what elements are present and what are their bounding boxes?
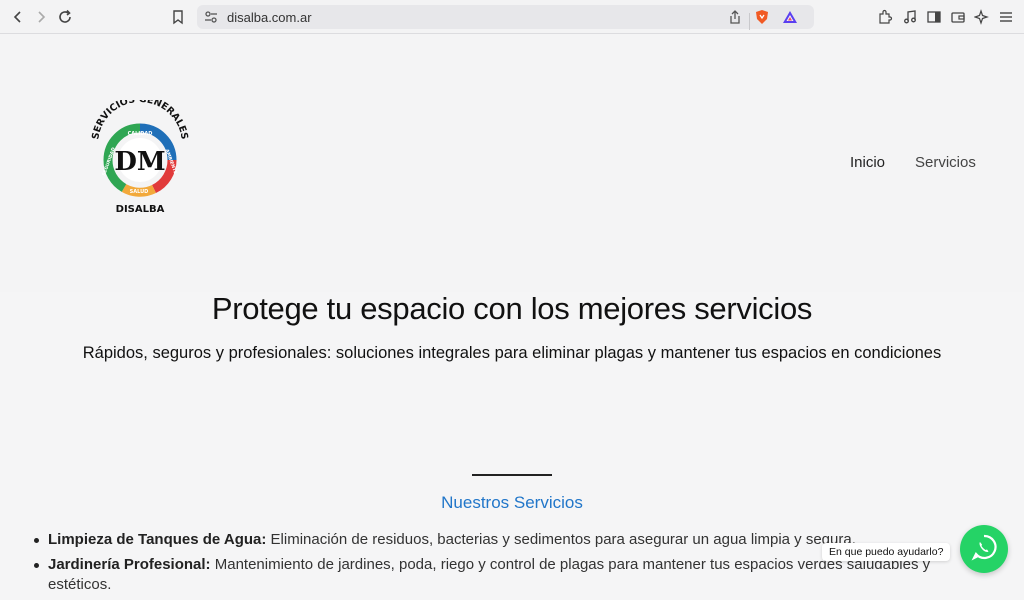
url-text: disalba.com.ar <box>227 10 312 25</box>
hero-subtitle: Rápidos, seguros y profesionales: soluci… <box>82 344 942 362</box>
browser-toolbar: disalba.com.ar <box>0 0 1024 34</box>
address-divider <box>749 13 750 30</box>
forward-icon[interactable] <box>33 9 49 25</box>
hero-title: Protege tu espacio con los mejores servi… <box>211 291 813 326</box>
nav-inicio[interactable]: Inicio <box>850 154 885 171</box>
chat-bubble[interactable]: En que puedo ayudarlo? <box>822 543 951 561</box>
address-bar[interactable]: disalba.com.ar <box>197 5 814 30</box>
extensions-icon[interactable] <box>877 9 893 25</box>
bookmark-icon[interactable] <box>170 9 186 25</box>
whatsapp-button[interactable] <box>960 525 1008 573</box>
whatsapp-icon <box>970 533 998 566</box>
web-page: SERVICIOS GENERALES CALIDAD AMBIENTE SAL… <box>0 34 1024 593</box>
brave-shield-icon[interactable] <box>754 9 770 25</box>
section-divider <box>472 474 552 476</box>
sidebar-icon[interactable] <box>926 9 942 25</box>
list-item: Jardinería Profesional: Mantenimiento de… <box>34 555 948 595</box>
logo-ring-calidad: CALIDAD <box>128 131 153 137</box>
reload-icon[interactable] <box>57 9 73 25</box>
services-title: Nuestros Servicios <box>441 493 583 512</box>
brave-rewards-icon[interactable] <box>782 9 798 25</box>
logo-ring-salud: SALUD <box>130 189 149 195</box>
media-icon[interactable] <box>902 9 918 25</box>
logo-bottom-text: DISALBA <box>116 204 165 215</box>
back-icon[interactable] <box>10 9 26 25</box>
share-icon[interactable] <box>727 9 743 25</box>
service-name: Jardinería Profesional: <box>48 556 211 573</box>
list-item: Limpieza de Tanques de Agua: Eliminación… <box>34 530 948 550</box>
services-list: Limpieza de Tanques de Agua: Eliminación… <box>34 530 948 600</box>
logo-monogram: DM <box>114 147 165 177</box>
menu-icon[interactable] <box>998 9 1014 25</box>
leo-ai-icon[interactable] <box>974 9 990 25</box>
site-settings-icon[interactable] <box>203 9 219 25</box>
site-logo[interactable]: SERVICIOS GENERALES CALIDAD AMBIENTE SAL… <box>88 94 192 218</box>
site-header: SERVICIOS GENERALES CALIDAD AMBIENTE SAL… <box>0 34 1024 292</box>
service-name: Limpieza de Tanques de Agua: <box>48 531 267 548</box>
wallet-icon[interactable] <box>950 9 966 25</box>
nav-servicios[interactable]: Servicios <box>915 154 976 171</box>
service-description: Eliminación de residuos, bacterias y sed… <box>266 531 856 548</box>
